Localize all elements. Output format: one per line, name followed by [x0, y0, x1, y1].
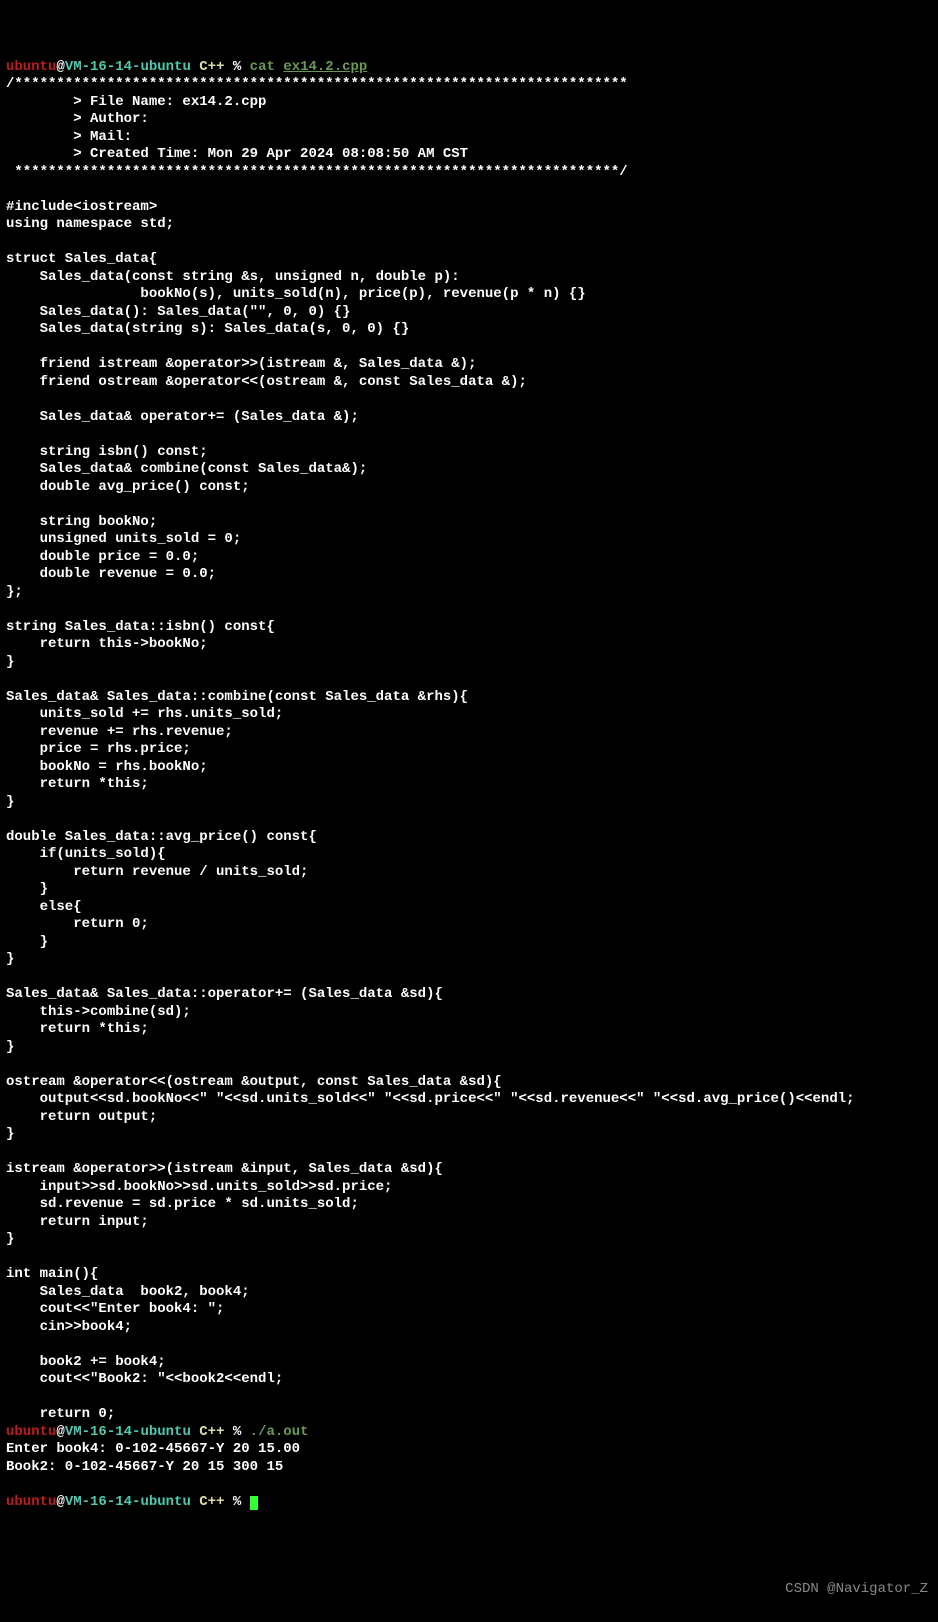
code-line: Sales_data(): Sales_data("", 0, 0) {} [6, 304, 350, 320]
code-line: input>>sd.bookNo>>sd.units_sold>>sd.pric… [6, 1179, 392, 1195]
code-line: } [6, 1126, 14, 1142]
code-line: return output; [6, 1109, 157, 1125]
code-line: } [6, 1231, 14, 1247]
code-line: Sales_data& Sales_data::operator+= (Sale… [6, 986, 443, 1002]
code-line: }; [6, 584, 23, 600]
code-line: string isbn() const; [6, 444, 208, 460]
code-line: string bookNo; [6, 514, 157, 530]
cmd-cat: cat [241, 59, 283, 75]
code-line: Sales_data& Sales_data::combine(const Sa… [6, 689, 468, 705]
code-line: double revenue = 0.0; [6, 566, 216, 582]
prompt-line-1: ubuntu@VM-16-14-ubuntu C++ % cat ex14.2.… [6, 59, 367, 75]
prompt-line-3[interactable]: ubuntu@VM-16-14-ubuntu C++ % [6, 1494, 258, 1510]
code-line: return *this; [6, 776, 149, 792]
watermark: CSDN @Navigator_Z [785, 1581, 928, 1599]
code-line: Sales_data(const string &s, unsigned n, … [6, 269, 460, 285]
code-line: } [6, 654, 14, 670]
code-line: return 0; [6, 916, 149, 932]
cursor-icon [250, 1496, 258, 1510]
file-header-mail: > Mail: [6, 129, 132, 145]
prompt-shell: C++ [191, 59, 233, 75]
prompt-host: VM-16-14-ubuntu [65, 59, 191, 75]
prompt-user: ubuntu [6, 59, 56, 75]
code-line: friend ostream &operator<<(ostream &, co… [6, 374, 527, 390]
code-line: } [6, 951, 14, 967]
code-line: book2 += book4; [6, 1354, 166, 1370]
code-line: } [6, 1039, 14, 1055]
code-line: } [6, 934, 48, 950]
code-line: int main(){ [6, 1266, 98, 1282]
code-line: return input; [6, 1214, 149, 1230]
code-line: } [6, 881, 48, 897]
code-line: cout<<"Book2: "<<book2<<endl; [6, 1371, 283, 1387]
output-line: Enter book4: 0-102-45667-Y 20 15.00 [6, 1441, 300, 1457]
code-line: Sales_data& operator+= (Sales_data &); [6, 409, 359, 425]
file-header-author: > Author: [6, 111, 149, 127]
code-line: return this->bookNo; [6, 636, 208, 652]
code-line: Sales_data book2, book4; [6, 1284, 250, 1300]
code-line: revenue += rhs.revenue; [6, 724, 233, 740]
code-line: if(units_sold){ [6, 846, 166, 862]
code-line: else{ [6, 899, 82, 915]
file-header-created: > Created Time: Mon 29 Apr 2024 08:08:50… [6, 146, 468, 162]
code-line: price = rhs.price; [6, 741, 191, 757]
output-line: Book2: 0-102-45667-Y 20 15 300 15 [6, 1459, 283, 1475]
code-line: output<<sd.bookNo<<" "<<sd.units_sold<<"… [6, 1091, 855, 1107]
code-line: ostream &operator<<(ostream &output, con… [6, 1074, 502, 1090]
code-line: double Sales_data::avg_price() const{ [6, 829, 317, 845]
code-line: #include<iostream> [6, 199, 157, 215]
code-line: units_sold += rhs.units_sold; [6, 706, 283, 722]
file-header-filename: > File Name: ex14.2.cpp [6, 94, 266, 110]
prompt-line-2: ubuntu@VM-16-14-ubuntu C++ % ./a.out [6, 1424, 309, 1440]
code-line: cout<<"Enter book4: "; [6, 1301, 224, 1317]
code-line: sd.revenue = sd.price * sd.units_sold; [6, 1196, 359, 1212]
code-line: istream &operator>>(istream &input, Sale… [6, 1161, 443, 1177]
file-header-top: /***************************************… [6, 76, 628, 92]
code-line: unsigned units_sold = 0; [6, 531, 241, 547]
code-line: return *this; [6, 1021, 149, 1037]
cmd-run: ./a.out [241, 1424, 308, 1440]
code-line: this->combine(sd); [6, 1004, 191, 1020]
code-line: bookNo(s), units_sold(n), price(p), reve… [6, 286, 586, 302]
code-line: Sales_data& combine(const Sales_data&); [6, 461, 367, 477]
file-header-bottom: ****************************************… [6, 164, 628, 180]
file-arg: ex14.2.cpp [283, 59, 367, 75]
code-line: cin>>book4; [6, 1319, 132, 1335]
code-line: using namespace std; [6, 216, 174, 232]
code-line: return revenue / units_sold; [6, 864, 308, 880]
code-line: double avg_price() const; [6, 479, 250, 495]
code-line: Sales_data(string s): Sales_data(s, 0, 0… [6, 321, 409, 337]
code-line: return 0; [6, 1406, 115, 1422]
code-line: bookNo = rhs.bookNo; [6, 759, 208, 775]
code-line: friend istream &operator>>(istream &, Sa… [6, 356, 476, 372]
code-line: } [6, 794, 14, 810]
terminal[interactable]: ubuntu@VM-16-14-ubuntu C++ % cat ex14.2.… [6, 59, 932, 1512]
code-line: string Sales_data::isbn() const{ [6, 619, 275, 635]
code-line: struct Sales_data{ [6, 251, 157, 267]
code-line: double price = 0.0; [6, 549, 199, 565]
